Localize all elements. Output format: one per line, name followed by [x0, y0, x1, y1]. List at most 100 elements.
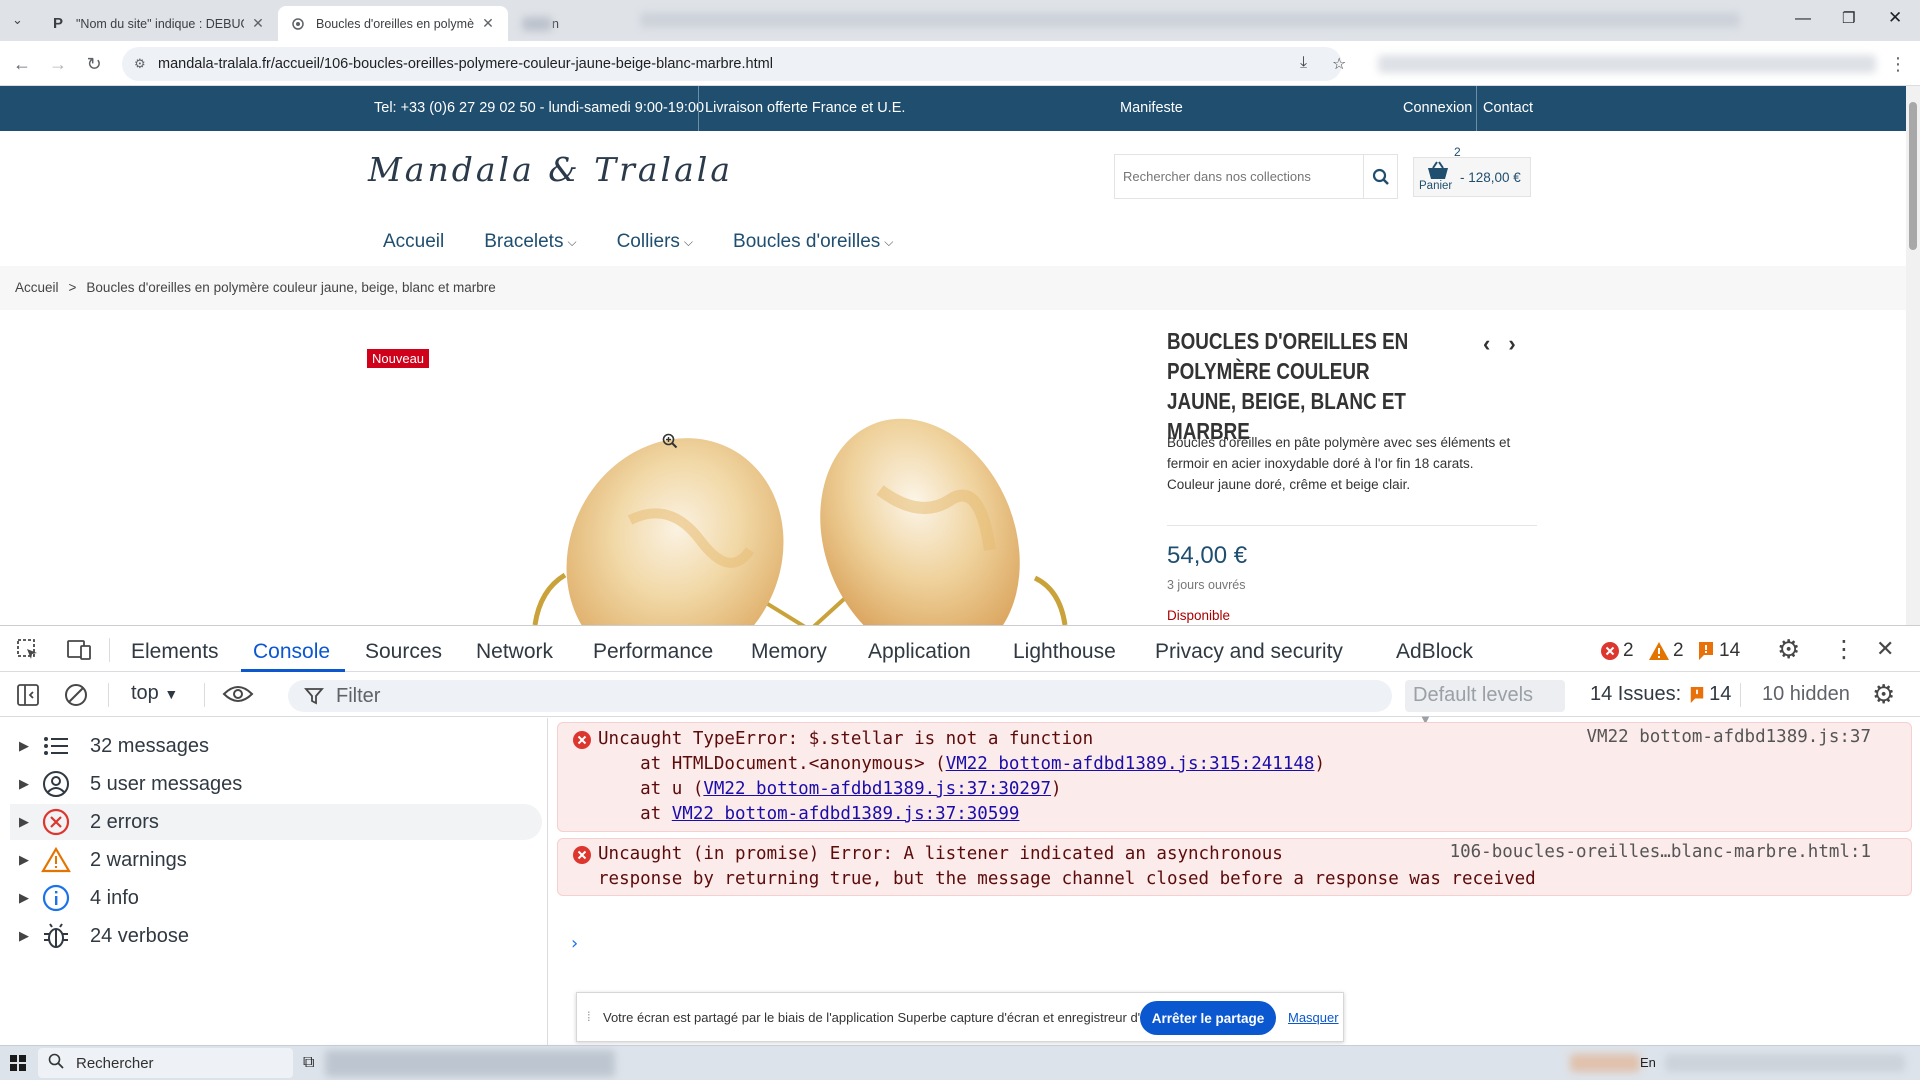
input-language[interactable]: En	[1640, 1055, 1656, 1070]
sidebar-toggle-icon[interactable]	[16, 683, 40, 713]
taskbar-search[interactable]: Rechercher	[38, 1048, 293, 1078]
close-window-icon[interactable]: ✕	[1888, 8, 1902, 28]
inspect-element-icon[interactable]	[16, 638, 40, 668]
browser-menu-icon[interactable]: ⋮	[1885, 51, 1911, 77]
issue-flag-icon	[1699, 642, 1713, 660]
sidebar-item-user-messages[interactable]: ▶ 5 user messages	[10, 766, 542, 802]
tab-privacy-security[interactable]: Privacy and security	[1155, 640, 1343, 664]
error-icon	[572, 730, 592, 755]
manifesto-link[interactable]: Manifeste	[1120, 100, 1183, 116]
nav-item-boucles[interactable]: Boucles d'oreilles ⌵	[733, 228, 893, 256]
tab-memory[interactable]: Memory	[751, 640, 827, 664]
clear-console-icon[interactable]	[64, 683, 88, 713]
tab-application[interactable]: Application	[868, 640, 971, 664]
stack-line: at HTMLDocument.<anonymous> (VM22 bottom…	[598, 752, 1325, 777]
warning-counter[interactable]: 2	[1648, 640, 1684, 662]
tab-lighthouse[interactable]: Lighthouse	[1013, 640, 1116, 664]
description-line: Couleur jaune doré, crême et beige clair…	[1167, 477, 1411, 492]
breadcrumb-current: Boucles d'oreilles en polymère couleur j…	[86, 280, 496, 295]
restore-icon[interactable]: ❐	[1842, 9, 1855, 27]
hide-banner-link[interactable]: Masquer	[1288, 1010, 1339, 1025]
scrollbar-thumb[interactable]	[1909, 102, 1917, 250]
message-source-link[interactable]: VM22 bottom-afdbd1389.js:37	[1587, 727, 1871, 747]
site-search	[1114, 154, 1398, 199]
source-link[interactable]: VM22 bottom-afdbd1389.js:37:30297	[703, 779, 1051, 799]
device-toolbar-icon[interactable]	[66, 638, 92, 668]
product-description: Boucles d'oreilles en pâte polymère avec…	[1167, 432, 1547, 495]
tab-close-icon[interactable]: ✕	[250, 15, 266, 32]
contact-link[interactable]: Contact	[1483, 100, 1533, 116]
drag-handle-icon[interactable]: ⁞	[587, 1009, 591, 1024]
tab-network[interactable]: Network	[476, 640, 553, 664]
nav-item-bracelets[interactable]: Bracelets ⌵	[484, 228, 576, 256]
sidebar-item-errors[interactable]: ▶ 2 errors	[10, 804, 542, 840]
earrings-illustration	[532, 418, 1068, 625]
forward-icon[interactable]: →	[45, 51, 71, 77]
console-settings-gear-icon[interactable]: ⚙	[1872, 679, 1895, 710]
login-link[interactable]: Connexion	[1403, 100, 1472, 116]
zoom-in-icon[interactable]	[662, 433, 678, 454]
tab-sources[interactable]: Sources	[365, 640, 442, 664]
previous-product-icon[interactable]: ‹	[1483, 331, 1490, 356]
search-icon	[48, 1053, 64, 1073]
tab-other[interactable]: n	[510, 6, 620, 41]
page-scrollbar[interactable]	[1906, 86, 1920, 625]
console-filter-bar: top ▼ Filter Default levels ▼ 14 Issues:…	[0, 673, 1920, 727]
sidebar-item-warnings[interactable]: ▶ 2 warnings	[10, 842, 542, 878]
breadcrumb-home[interactable]: Accueil	[15, 280, 59, 295]
settings-gear-icon[interactable]: ⚙	[1777, 634, 1800, 665]
message-source-link[interactable]: 106-boucles-oreilles…blanc-marbre.html:1	[1450, 842, 1871, 862]
levels-label: Default levels	[1413, 684, 1534, 706]
devtools-tabbar: Elements Console Sources Network Perform…	[0, 626, 1920, 672]
back-icon[interactable]: ←	[9, 51, 35, 77]
tab-performance[interactable]: Performance	[593, 640, 713, 664]
tab-search-icon[interactable]: ⌄	[12, 12, 23, 28]
breadcrumb: Accueil > Boucles d'oreilles en polymère c…	[0, 266, 1906, 310]
console-sidebar: ▶ 32 messages ▶ 5 user messages ▶ 2 erro…	[0, 718, 548, 1046]
minimize-icon[interactable]: —	[1795, 10, 1811, 28]
source-link[interactable]: VM22 bottom-afdbd1389.js:315:241148	[946, 754, 1315, 774]
site-info-icon[interactable]: ⚙	[134, 56, 146, 72]
install-icon[interactable]: ⤓	[1300, 54, 1307, 72]
filter-input[interactable]: Filter	[288, 680, 1392, 712]
site-logo[interactable]: Mandala & Tralala	[368, 150, 733, 189]
search-input[interactable]	[1115, 155, 1363, 198]
live-expression-eye-icon[interactable]	[222, 682, 254, 712]
tab-elements[interactable]: Elements	[131, 640, 219, 664]
sidebar-item-verbose[interactable]: ▶ 24 verbose	[10, 918, 542, 954]
issue-counter[interactable]: 14	[1697, 640, 1740, 662]
sidebar-item-messages[interactable]: ▶ 32 messages	[10, 728, 542, 764]
address-bar[interactable]: ⚙ mandala-tralala.fr/accueil/106-boucles…	[122, 47, 1346, 81]
search-button[interactable]	[1363, 155, 1397, 198]
chevron-down-icon: ⌵	[884, 234, 894, 249]
close-devtools-icon[interactable]: ✕	[1876, 636, 1894, 662]
log-levels-dropdown[interactable]: Default levels ▼	[1405, 680, 1565, 727]
nav-item-accueil[interactable]: Accueil	[383, 228, 444, 256]
reload-icon[interactable]: ↻	[81, 51, 107, 77]
tab-console[interactable]: Console	[253, 640, 330, 664]
tab-adblock[interactable]: AdBlock	[1396, 640, 1473, 664]
bookmark-star-icon[interactable]: ☆	[1332, 54, 1346, 74]
tab-debug[interactable]: P "Nom du site" indique : DEBUG ✕	[38, 6, 278, 41]
more-options-icon[interactable]: ⋮	[1832, 635, 1856, 664]
nav-item-colliers[interactable]: Colliers ⌵	[617, 228, 693, 256]
dropdown-arrow-icon: ▼	[164, 686, 179, 702]
task-view-icon[interactable]: ⧉	[303, 1054, 314, 1072]
sidebar-item-info[interactable]: ▶ 4 info	[10, 880, 542, 916]
blurred-tray-left	[1570, 1054, 1640, 1072]
windows-start-icon[interactable]	[10, 1055, 26, 1074]
product-image[interactable]	[520, 400, 1080, 625]
context-selector[interactable]: top ▼	[131, 682, 178, 705]
tab-close-icon[interactable]: ✕	[480, 15, 496, 32]
screen-share-banner: ⁞ Votre écran est partagé par le biais d…	[576, 992, 1344, 1042]
console-error-message[interactable]: Uncaught TypeError: $.stellar is not a f…	[557, 722, 1912, 832]
cart-button[interactable]: 2 Panier - 128,00 €	[1413, 145, 1531, 197]
error-counter[interactable]: 2	[1600, 640, 1634, 662]
issues-link[interactable]: 14 Issues: 14	[1590, 683, 1731, 706]
source-link[interactable]: VM22 bottom-afdbd1389.js:37:30599	[672, 804, 1020, 824]
console-error-message[interactable]: Uncaught (in promise) Error: A listener …	[557, 838, 1912, 896]
next-product-icon[interactable]: ›	[1508, 331, 1515, 356]
console-prompt-chevron-icon[interactable]: ›	[569, 933, 580, 954]
stop-sharing-button[interactable]: Arrêter le partage	[1140, 1001, 1276, 1035]
tab-product[interactable]: Boucles d'oreilles en polymère c ✕	[278, 6, 508, 41]
